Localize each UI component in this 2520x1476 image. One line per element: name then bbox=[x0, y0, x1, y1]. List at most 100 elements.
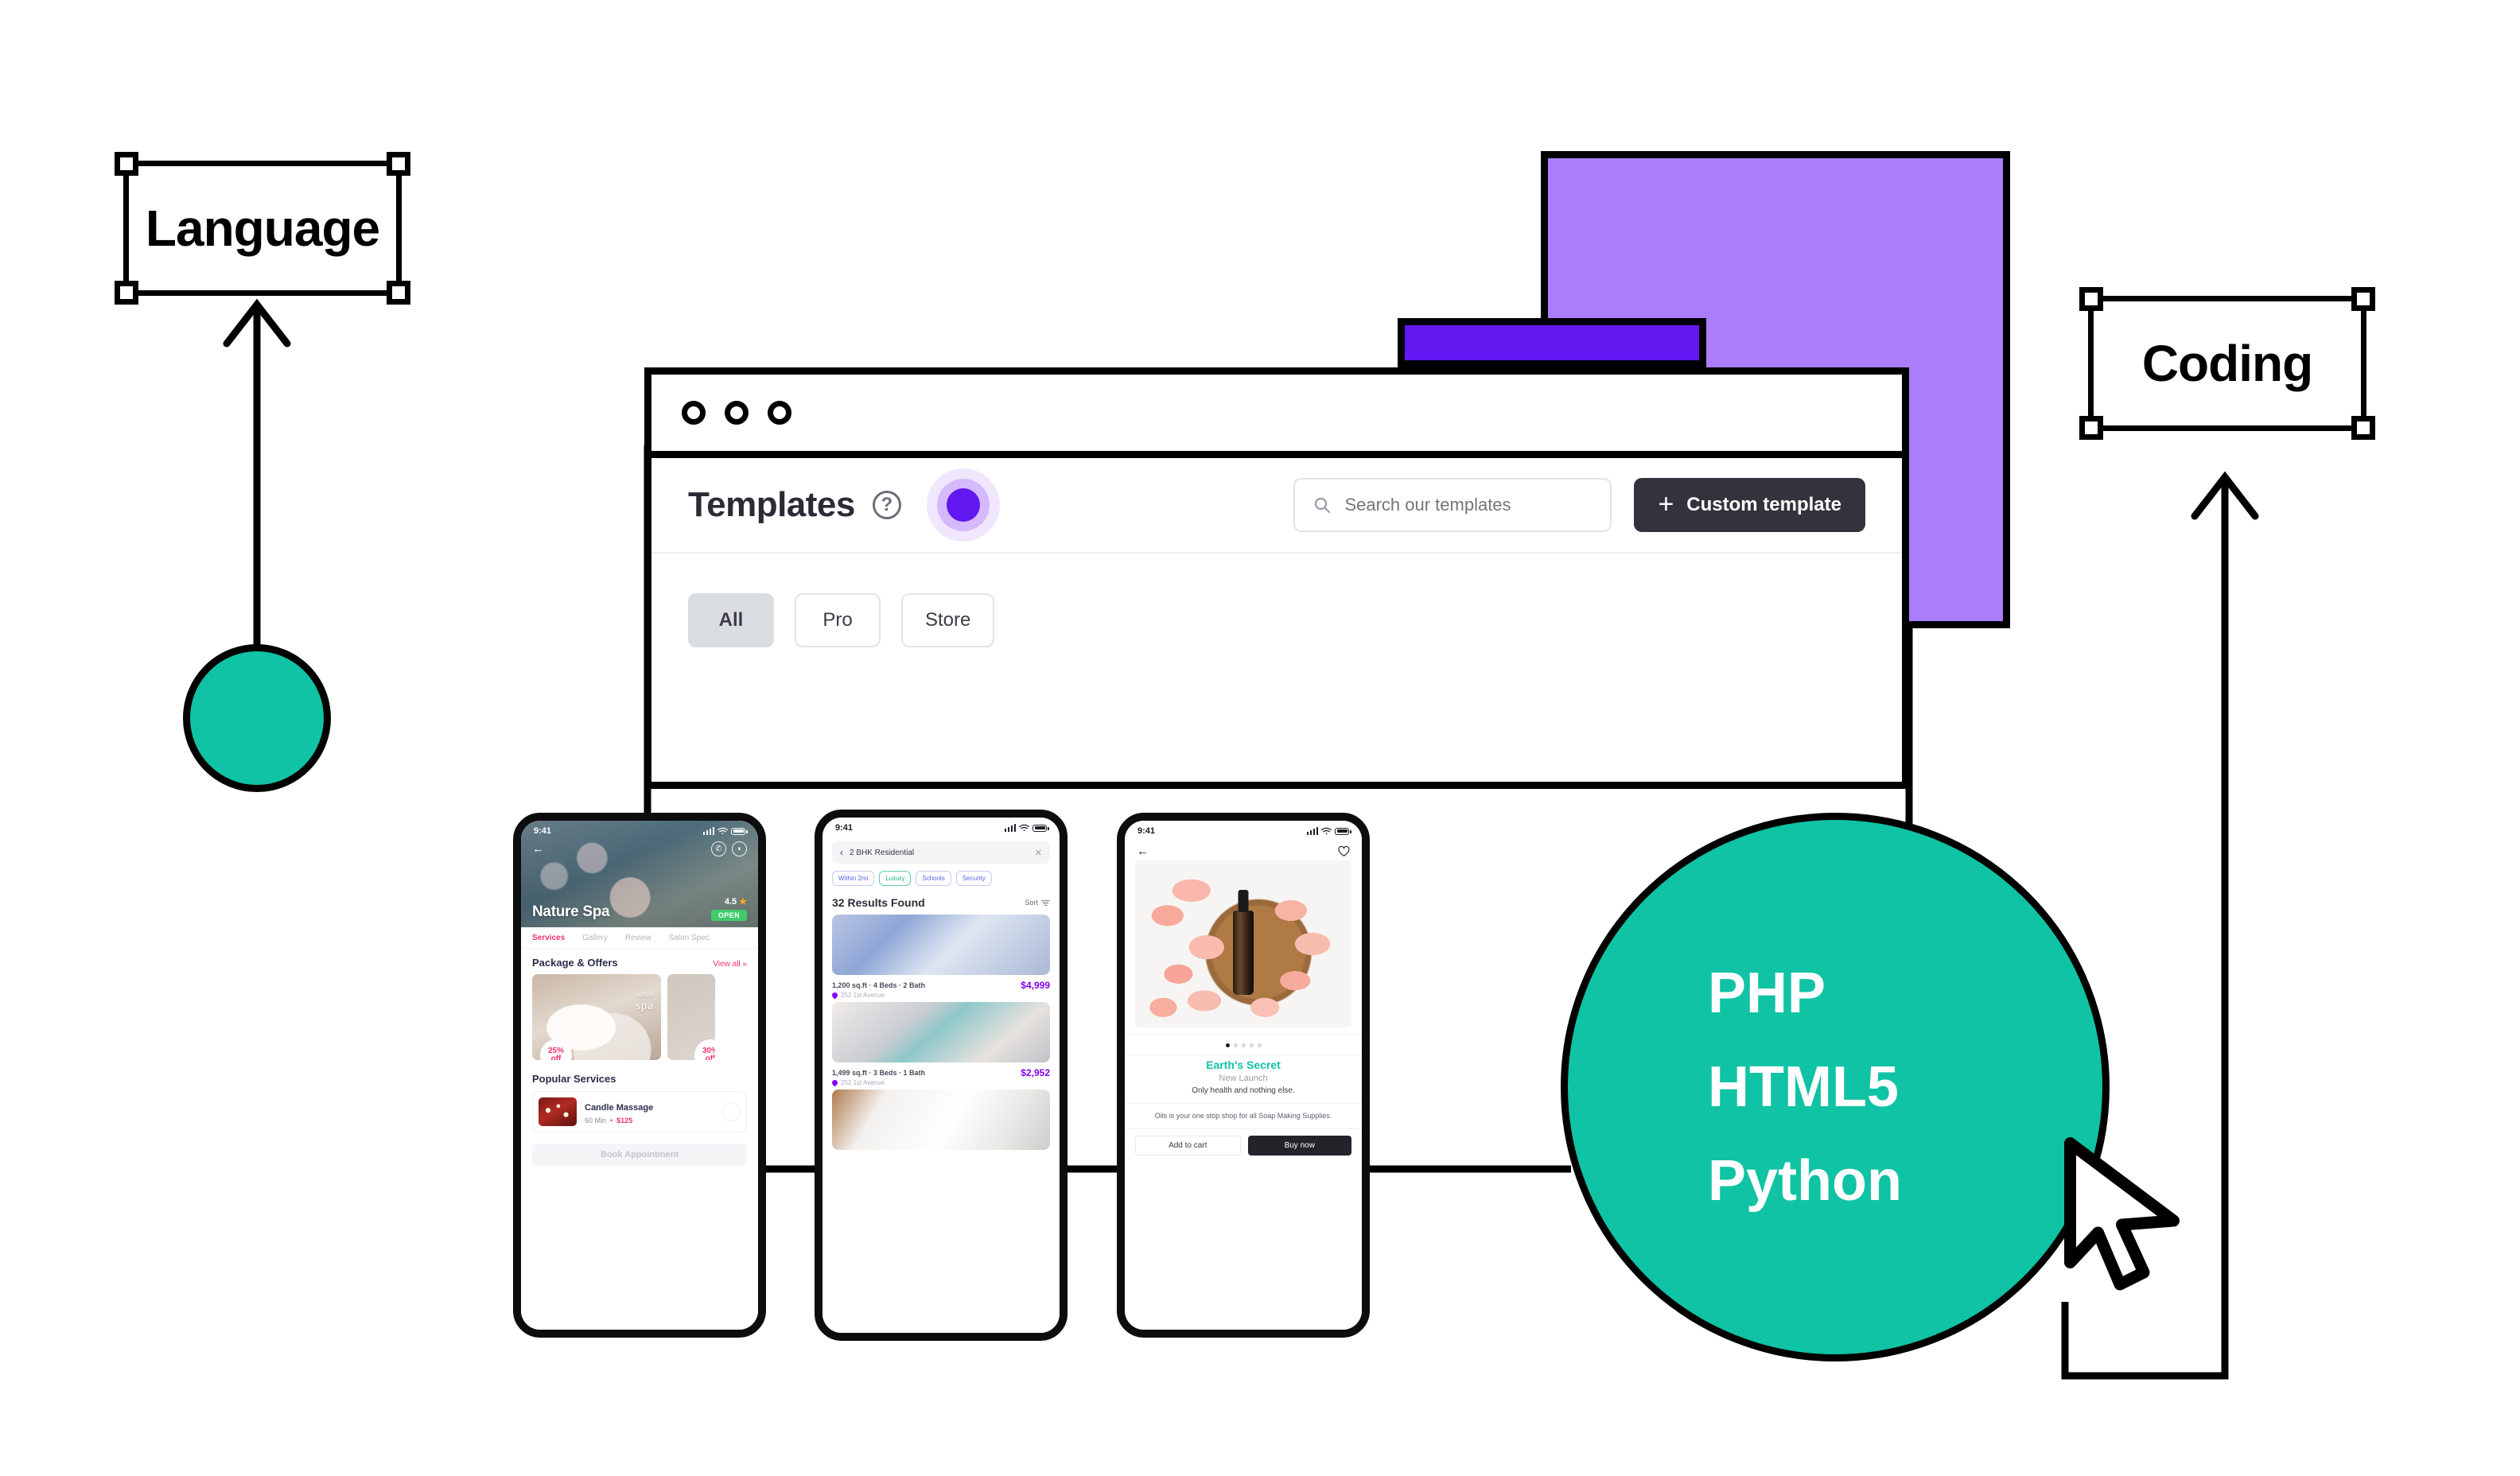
close-dot-icon[interactable] bbox=[682, 401, 706, 425]
resize-handle-bottom-right[interactable] bbox=[387, 281, 410, 305]
sort-button[interactable]: Sort bbox=[1025, 899, 1050, 907]
plus-icon: + bbox=[1658, 489, 1674, 520]
buy-now-button[interactable]: Buy now bbox=[1247, 1136, 1351, 1156]
signal-icon bbox=[1004, 824, 1016, 832]
listing-price: $2,952 bbox=[1021, 1067, 1050, 1078]
template-filter-tabs: All Pro Store bbox=[651, 554, 1902, 647]
status-time: 9:41 bbox=[534, 826, 552, 836]
list-item[interactable]: 1,200 sq.ft · 4 Beds · 2 Bath $4,999 252… bbox=[822, 915, 1060, 1002]
list-item[interactable]: 1,499 sq.ft · 3 Beds · 1 Bath $2,952 252… bbox=[822, 1002, 1060, 1090]
product-topbar: ← bbox=[1125, 838, 1362, 860]
tech-label-php: PHP bbox=[1708, 961, 1826, 1025]
chip-security[interactable]: Security bbox=[955, 871, 992, 886]
battery-icon bbox=[1335, 827, 1351, 835]
label-coding[interactable]: Coding bbox=[2079, 287, 2375, 440]
product-tagline: Only health and nothing else. bbox=[1192, 1086, 1295, 1095]
spa-hero-info: Nature Spa 4.5 ★ OPEN bbox=[521, 896, 758, 921]
phone-mockup-spa[interactable]: 9:41 ← ✆ ◗ Nature Spa 4.5 ★ OPEN Service… bbox=[513, 813, 766, 1338]
offer-card[interactable]: nature spa 25% off bbox=[532, 974, 661, 1060]
signal-icon bbox=[702, 827, 714, 835]
custom-template-button[interactable]: + Custom template bbox=[1634, 478, 1865, 532]
spa-hero-topbar: ← ✆ ◗ bbox=[521, 841, 758, 856]
discount-badge: 25% off bbox=[540, 1039, 572, 1060]
resize-handle-top-right[interactable] bbox=[2351, 287, 2375, 311]
list-item[interactable] bbox=[822, 1090, 1060, 1153]
resize-handle-top-right[interactable] bbox=[387, 152, 410, 176]
phone-mockup-realestate[interactable]: 9:41 ‹ 2 BHK Residential ✕ Within 2mi Lu… bbox=[815, 810, 1068, 1341]
resize-handle-bottom-right[interactable] bbox=[2351, 416, 2375, 440]
filter-tab-store[interactable]: Store bbox=[901, 593, 995, 647]
search-box[interactable] bbox=[1293, 478, 1612, 532]
location-pin-icon bbox=[830, 991, 839, 1000]
chip-within-2mi[interactable]: Within 2mi bbox=[832, 871, 875, 886]
filter-tab-all[interactable]: All bbox=[688, 593, 774, 647]
resize-handle-top-left[interactable] bbox=[2079, 287, 2103, 311]
listing-price: $4,999 bbox=[1021, 980, 1050, 991]
spa-hero-image: 9:41 ← ✆ ◗ Nature Spa 4.5 ★ OPEN bbox=[521, 821, 758, 927]
tab-salon-spec[interactable]: Salon Spec bbox=[669, 934, 710, 942]
phone-icon[interactable]: ✆ bbox=[711, 841, 726, 856]
arrow-left-icon[interactable]: ← bbox=[1137, 845, 1149, 857]
question-mark-icon[interactable]: ? bbox=[872, 491, 901, 519]
wifi-icon bbox=[1019, 824, 1029, 831]
filter-tab-all-label: All bbox=[718, 609, 744, 631]
decor-block-dark-purple bbox=[1398, 318, 1706, 367]
header-actions: + Custom template bbox=[1293, 478, 1865, 532]
spa-tab-bar: Services Gallery Review Salon Spec bbox=[521, 927, 758, 949]
resize-handle-top-left[interactable] bbox=[115, 152, 138, 176]
battery-icon bbox=[731, 827, 748, 835]
product-description: Oils is your one stop shop for all Soap … bbox=[1125, 1103, 1362, 1128]
status-icons bbox=[702, 827, 748, 835]
listing-photo bbox=[832, 1002, 1050, 1062]
book-appointment-button[interactable]: Book Appointment bbox=[532, 1144, 747, 1166]
listing-photo bbox=[832, 915, 1050, 975]
offer-card[interactable]: 30% off bbox=[667, 974, 715, 1060]
filter-tab-pro[interactable]: Pro bbox=[795, 593, 881, 647]
chevron-left-icon[interactable]: ‹ bbox=[840, 847, 843, 858]
listing-meta: 1,200 sq.ft · 4 Beds · 2 Bath $4,999 bbox=[832, 975, 1050, 992]
search-value: 2 BHK Residential bbox=[850, 848, 915, 857]
view-all-link[interactable]: View all » bbox=[713, 960, 747, 969]
tab-gallery[interactable]: Gallery bbox=[582, 934, 608, 942]
package-offers-header: Package & Offers View all » bbox=[521, 949, 758, 974]
label-language[interactable]: Language bbox=[115, 152, 410, 305]
resize-handle-bottom-left[interactable] bbox=[115, 281, 138, 305]
add-service-button[interactable] bbox=[721, 1102, 741, 1121]
list-item[interactable]: Candle Massage 60 Min • $125 bbox=[532, 1091, 747, 1132]
filter-chips: Within 2mi Luxury Schools Security bbox=[822, 864, 1060, 886]
browser-titlebar bbox=[651, 375, 1902, 458]
offer-carousel: nature spa 25% off 30% off bbox=[521, 974, 758, 1060]
listing-address: 252 1st Avenue bbox=[830, 991, 1050, 1000]
chip-schools[interactable]: Schools bbox=[916, 871, 951, 886]
carousel-dots[interactable] bbox=[1125, 1034, 1362, 1055]
arrow-left-icon[interactable]: ← bbox=[532, 843, 544, 855]
spa-rating: 4.5 ★ bbox=[725, 896, 747, 907]
phone-mockup-product[interactable]: 9:41 ← Earth's Secret New Launch Only he… bbox=[1117, 813, 1370, 1338]
filter-tab-pro-label: Pro bbox=[822, 609, 853, 631]
tab-review[interactable]: Review bbox=[625, 934, 651, 942]
resize-handle-bottom-left[interactable] bbox=[2079, 416, 2103, 440]
templates-header: Templates ? + Custom template bbox=[651, 458, 1902, 554]
teal-node-circle bbox=[183, 644, 331, 792]
close-icon[interactable]: ✕ bbox=[1035, 848, 1042, 858]
add-to-cart-button[interactable]: Add to cart bbox=[1135, 1136, 1241, 1156]
search-field[interactable]: ‹ 2 BHK Residential ✕ bbox=[832, 841, 1050, 864]
search-input[interactable] bbox=[1344, 495, 1593, 515]
product-subtitle: New Launch bbox=[1219, 1074, 1268, 1083]
cursor-pulse-indicator bbox=[926, 468, 1000, 542]
minimize-dot-icon[interactable] bbox=[725, 401, 749, 425]
chip-luxury[interactable]: Luxury bbox=[879, 871, 912, 886]
maximize-dot-icon[interactable] bbox=[768, 401, 791, 425]
listing-address: 252 1st Avenue bbox=[830, 1078, 1050, 1087]
chat-icon[interactable]: ◗ bbox=[732, 841, 747, 856]
heart-icon[interactable] bbox=[1338, 845, 1350, 857]
nature-spa-logo: nature spa bbox=[635, 990, 654, 1012]
tab-services[interactable]: Services bbox=[532, 934, 565, 942]
chevron-right-icon: » bbox=[742, 960, 747, 969]
tech-stack-circle: PHP HTML5 Python bbox=[1561, 813, 2110, 1361]
results-header: 32 Results Found Sort bbox=[822, 886, 1060, 915]
filter-tab-store-label: Store bbox=[925, 609, 971, 631]
label-coding-text: Coding bbox=[2141, 335, 2313, 392]
service-name: Candle Massage bbox=[585, 1102, 654, 1113]
browser-window: Templates ? + Custom template bbox=[644, 367, 1909, 789]
